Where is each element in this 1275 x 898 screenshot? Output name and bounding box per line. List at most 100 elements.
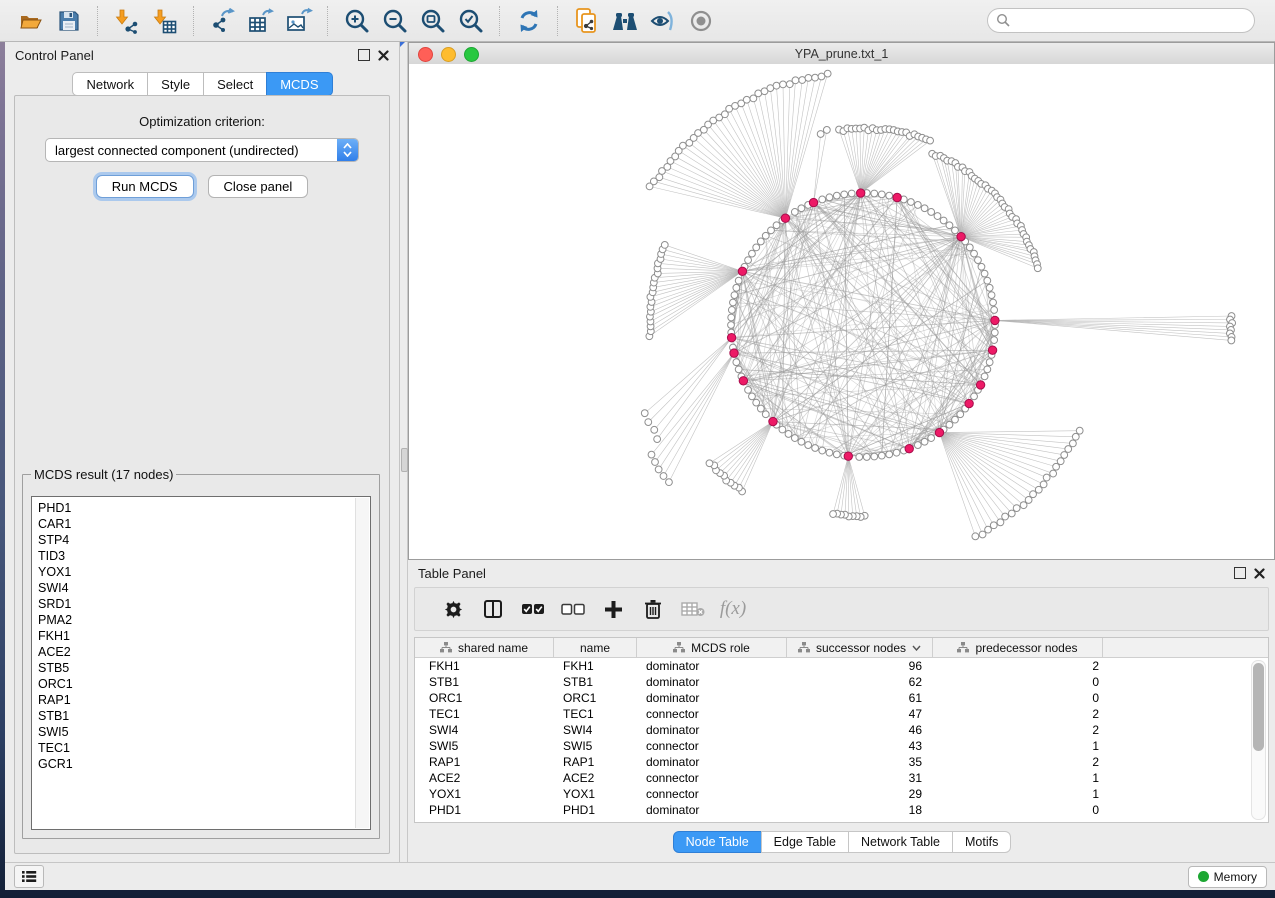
network-node[interactable] [819, 447, 826, 454]
network-leaf-node[interactable] [780, 81, 787, 88]
column-header-predecessor-nodes[interactable]: predecessor nodes [933, 638, 1103, 657]
tab-mcds[interactable]: MCDS [266, 72, 332, 96]
mcds-result-item[interactable]: SWI4 [38, 580, 370, 596]
open-file-button[interactable] [16, 6, 46, 36]
delete-column-button[interactable] [633, 599, 673, 619]
zoom-out-button[interactable] [380, 6, 410, 36]
export-image-button[interactable] [284, 6, 314, 36]
mcds-hub-node[interactable] [976, 381, 984, 389]
mcds-result-item[interactable]: CAR1 [38, 516, 370, 532]
network-node[interactable] [971, 393, 978, 400]
mcds-result-item[interactable]: PMA2 [38, 612, 370, 628]
network-leaf-node[interactable] [1030, 491, 1037, 498]
zoom-fit-button[interactable] [418, 6, 448, 36]
network-leaf-node[interactable] [824, 70, 831, 77]
network-node[interactable] [798, 438, 805, 445]
first-neighbors-button[interactable] [610, 6, 640, 36]
network-node[interactable] [762, 232, 769, 239]
network-node[interactable] [728, 322, 735, 329]
network-window-titlebar[interactable]: YPA_prune.txt_1 [409, 43, 1274, 65]
mcds-result-item[interactable]: GCR1 [38, 756, 370, 772]
tab-network-table[interactable]: Network Table [848, 831, 953, 853]
network-node[interactable] [819, 196, 826, 203]
export-table-button[interactable] [246, 6, 276, 36]
network-leaf-node[interactable] [645, 419, 652, 426]
network-node[interactable] [971, 250, 978, 257]
mcds-result-item[interactable]: ORC1 [38, 676, 370, 692]
table-row[interactable]: SWI5SWI5connector431 [415, 738, 1268, 754]
network-node[interactable] [878, 452, 885, 459]
mcds-result-list[interactable]: PHD1CAR1STP4TID3YOX1SWI4SRD1PMA2FKH1ACE2… [31, 496, 371, 830]
mcds-result-item[interactable]: SRD1 [38, 596, 370, 612]
network-leaf-node[interactable] [1061, 452, 1068, 459]
network-node[interactable] [733, 284, 740, 291]
network-node[interactable] [984, 277, 991, 284]
network-leaf-node[interactable] [1069, 440, 1076, 447]
show-all-button[interactable] [686, 6, 716, 36]
network-leaf-node[interactable] [805, 74, 812, 81]
column-header-successor-nodes[interactable]: successor nodes [787, 638, 933, 657]
mcds-hub-node[interactable] [727, 333, 735, 341]
network-node[interactable] [753, 244, 760, 251]
mcds-hub-node[interactable] [988, 346, 996, 354]
clone-network-button[interactable] [572, 6, 602, 36]
network-node[interactable] [914, 202, 921, 209]
network-node[interactable] [733, 359, 740, 366]
network-node[interactable] [886, 192, 893, 199]
mcds-result-item[interactable]: YOX1 [38, 564, 370, 580]
close-panel-icon[interactable] [378, 50, 389, 61]
mcds-result-item[interactable]: ACE2 [38, 644, 370, 660]
splitter-handle[interactable] [401, 448, 408, 472]
network-node[interactable] [907, 199, 914, 206]
network-leaf-node[interactable] [979, 531, 986, 538]
network-leaf-node[interactable] [1228, 337, 1235, 344]
network-node[interactable] [871, 453, 878, 460]
network-node[interactable] [991, 307, 998, 314]
network-leaf-node[interactable] [1053, 463, 1060, 470]
network-leaf-node[interactable] [655, 466, 662, 473]
zoom-in-button[interactable] [342, 6, 372, 36]
network-node[interactable] [986, 284, 993, 291]
mcds-hub-node[interactable] [739, 377, 747, 385]
network-leaf-node[interactable] [680, 142, 687, 149]
table-scrollbar[interactable] [1251, 660, 1266, 820]
export-network-button[interactable] [208, 6, 238, 36]
mcds-hub-node[interactable] [844, 452, 852, 460]
network-leaf-node[interactable] [1076, 427, 1083, 434]
network-node[interactable] [940, 217, 947, 224]
mcds-hub-node[interactable] [856, 189, 864, 197]
network-node[interactable] [735, 277, 742, 284]
network-node[interactable] [981, 373, 988, 380]
network-node[interactable] [812, 445, 819, 452]
network-leaf-node[interactable] [648, 451, 655, 458]
mcds-result-item[interactable]: TEC1 [38, 740, 370, 756]
network-leaf-node[interactable] [927, 137, 934, 144]
network-node[interactable] [745, 257, 752, 264]
network-leaf-node[interactable] [1072, 433, 1079, 440]
mcds-hub-node[interactable] [905, 444, 913, 452]
network-leaf-node[interactable] [641, 410, 648, 417]
network-node[interactable] [878, 191, 885, 198]
network-leaf-node[interactable] [652, 459, 659, 466]
table-row[interactable]: ORC1ORC1dominator610 [415, 690, 1268, 706]
table-row[interactable]: ACE2ACE2connector311 [415, 770, 1268, 786]
mcds-result-item[interactable]: RAP1 [38, 692, 370, 708]
network-node[interactable] [730, 299, 737, 306]
network-leaf-node[interactable] [1002, 513, 1009, 520]
network-node[interactable] [768, 227, 775, 234]
mcds-result-item[interactable]: TID3 [38, 548, 370, 564]
network-node[interactable] [921, 438, 928, 445]
tab-network[interactable]: Network [72, 72, 148, 96]
network-node[interactable] [928, 209, 935, 216]
table-scrollbar-thumb[interactable] [1253, 663, 1264, 751]
network-node[interactable] [791, 209, 798, 216]
table-row[interactable]: FKH1FKH1dominator962 [415, 658, 1268, 674]
deselect-all-rows-button[interactable] [553, 603, 593, 616]
mcds-hub-node[interactable] [781, 214, 789, 222]
network-leaf-node[interactable] [651, 426, 658, 433]
import-table-button[interactable] [150, 6, 180, 36]
table-row[interactable]: TEC1TEC1connector472 [415, 706, 1268, 722]
network-node[interactable] [988, 292, 995, 299]
network-leaf-node[interactable] [792, 77, 799, 84]
network-leaf-node[interactable] [1034, 265, 1041, 272]
